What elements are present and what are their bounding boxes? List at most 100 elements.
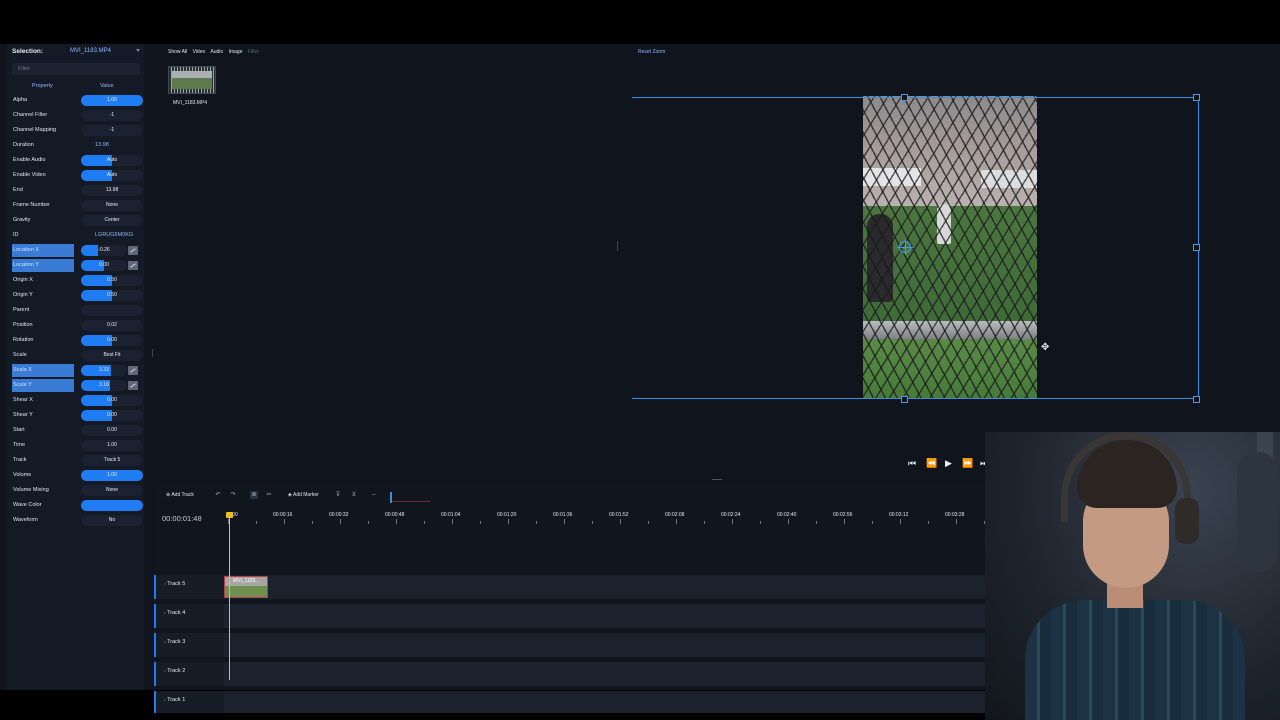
property-value-field[interactable]: Auto	[81, 155, 143, 166]
property-value-field[interactable]: 0.00	[81, 335, 143, 346]
property-row[interactable]: Waveform No	[12, 514, 143, 527]
property-value-field[interactable]: Center	[81, 215, 143, 226]
files-filter-input[interactable]: Filter	[248, 49, 259, 55]
rewind-icon[interactable]: ⏪	[926, 457, 937, 469]
undo-icon[interactable]: ↶	[214, 491, 222, 499]
property-value-field[interactable]: -0.26	[81, 245, 127, 256]
center-playhead-icon[interactable]: ⇔	[370, 491, 378, 499]
keyframe-curve-icon[interactable]	[128, 366, 138, 375]
property-row[interactable]: Duration 13.98	[12, 139, 140, 152]
razor-icon[interactable]: ✂	[265, 491, 273, 499]
fast-forward-icon[interactable]: ⏩	[962, 457, 973, 469]
property-row[interactable]: Location Y 0.00	[12, 259, 140, 272]
tab-show-all[interactable]: Show All	[168, 49, 187, 55]
property-value-field[interactable]: 13.98	[81, 185, 143, 196]
property-row[interactable]: Enable Audio Auto	[12, 154, 143, 167]
resize-handle-top-right[interactable]	[1193, 94, 1200, 101]
playhead[interactable]	[226, 512, 233, 680]
resize-handle-right[interactable]	[1193, 244, 1200, 251]
panel-splitter[interactable]	[712, 479, 722, 480]
properties-filter-input[interactable]: Filter	[12, 63, 140, 75]
property-row[interactable]: Location X -0.26	[12, 244, 140, 257]
property-value-field[interactable]: Best Fit	[81, 350, 143, 361]
property-row[interactable]: ID LGRUG5M0KG	[12, 229, 140, 242]
property-value-field[interactable]: 0.00	[81, 395, 143, 406]
property-value-field[interactable]: 0.50	[81, 275, 143, 286]
resize-handle-bottom[interactable]	[901, 396, 908, 403]
property-row[interactable]: Alpha 1.00	[12, 94, 143, 107]
property-row[interactable]: Origin Y 0.50	[12, 289, 143, 302]
chevron-down-icon	[136, 49, 140, 52]
timeline-clip[interactable]: MVI_1183...	[224, 576, 268, 598]
move-cursor-icon: ✥	[1041, 342, 1050, 353]
property-value-field[interactable]: 1.00	[81, 95, 143, 106]
add-track-button[interactable]: ⊕ Add Track	[166, 492, 194, 498]
property-row[interactable]: Track Track 5	[12, 454, 143, 467]
property-value-field[interactable]: Auto	[81, 170, 143, 181]
keyframe-curve-icon[interactable]	[128, 246, 138, 255]
selection-dropdown[interactable]: Selection: MVI_1183.MP4	[6, 46, 144, 58]
property-row[interactable]: Shear X 0.00	[12, 394, 143, 407]
tab-audio[interactable]: Audio	[210, 49, 223, 55]
property-value-field[interactable]: None	[81, 200, 143, 211]
property-name: Scale	[13, 352, 27, 358]
snap-icon[interactable]: ⋒	[250, 491, 258, 499]
property-value-field[interactable]: Track 5	[81, 455, 143, 466]
keyframe-curve-icon[interactable]	[128, 381, 138, 390]
property-value-field[interactable]: 1.00	[81, 440, 143, 451]
property-value-field[interactable]: 1.00	[81, 470, 143, 481]
property-value-field[interactable]: None	[81, 485, 143, 496]
property-row[interactable]: Scale Y 3.16	[12, 379, 140, 392]
property-value-field[interactable]: No	[81, 515, 143, 526]
panel-splitter[interactable]	[617, 241, 618, 251]
redo-icon[interactable]: ↷	[229, 491, 237, 499]
keyframe-curve-icon[interactable]	[128, 261, 138, 270]
tab-video[interactable]: Video	[193, 49, 206, 55]
property-value-field[interactable]: 0.00	[81, 410, 143, 421]
property-row[interactable]: Shear Y 0.00	[12, 409, 143, 422]
property-row[interactable]: Position 0.02	[12, 319, 143, 332]
property-row[interactable]: Frame Number None	[12, 199, 143, 212]
property-row[interactable]: Wave Color	[12, 499, 143, 512]
transform-bounding-box[interactable]	[632, 97, 1199, 400]
property-value-field[interactable]	[81, 305, 143, 316]
next-marker-icon[interactable]: ⊻	[350, 491, 358, 499]
property-row[interactable]: Time 1.00	[12, 439, 143, 452]
transform-origin-handle[interactable]	[897, 239, 913, 255]
add-marker-button[interactable]: ◈ Add Marker	[288, 492, 319, 498]
property-value-field[interactable]: 0.02	[81, 320, 143, 331]
timeline-zoom-slider[interactable]	[390, 492, 430, 503]
property-row[interactable]: Start 0.00	[12, 424, 143, 437]
property-value-field[interactable]: 3.16	[81, 380, 127, 391]
tab-image[interactable]: Image	[229, 49, 243, 55]
property-row[interactable]: Parent	[12, 304, 143, 317]
property-row[interactable]: Volume 1.00	[12, 469, 143, 482]
resize-handle-bottom-right[interactable]	[1193, 396, 1200, 403]
property-row[interactable]: Rotation 0.00	[12, 334, 143, 347]
previous-marker-icon[interactable]: ⊽	[334, 491, 342, 499]
property-row[interactable]: Enable Video Auto	[12, 169, 143, 182]
reset-zoom-button[interactable]: Reset Zoom	[638, 49, 665, 55]
skip-back-icon[interactable]: ⏮	[908, 457, 916, 469]
property-value-field[interactable]: -1	[81, 125, 143, 136]
current-time-display: 00:00:01:48	[162, 514, 202, 523]
resize-handle-top[interactable]	[901, 94, 908, 101]
property-value-field[interactable]: 0.00	[81, 260, 127, 271]
play-icon[interactable]: ▶	[945, 457, 952, 469]
property-value: No	[108, 517, 116, 523]
property-row[interactable]: Gravity Center	[12, 214, 143, 227]
property-row[interactable]: Scale Best Fit	[12, 349, 143, 362]
property-value-field[interactable]	[81, 500, 143, 511]
property-value-field[interactable]: 3.33	[81, 365, 127, 376]
file-thumbnail[interactable]	[168, 66, 216, 94]
property-row[interactable]: Channel Filter -1	[12, 109, 143, 122]
property-row[interactable]: Scale X 3.33	[12, 364, 140, 377]
property-row[interactable]: Volume Mixing None	[12, 484, 143, 497]
property-row[interactable]: End 13.98	[12, 184, 143, 197]
property-value-field[interactable]: 0.00	[81, 425, 143, 436]
property-value-field[interactable]: 0.50	[81, 290, 143, 301]
property-value-field[interactable]: -1	[81, 110, 143, 121]
property-row[interactable]: Origin X 0.50	[12, 274, 143, 287]
property-row[interactable]: Channel Mapping -1	[12, 124, 143, 137]
panel-splitter[interactable]	[152, 349, 153, 357]
